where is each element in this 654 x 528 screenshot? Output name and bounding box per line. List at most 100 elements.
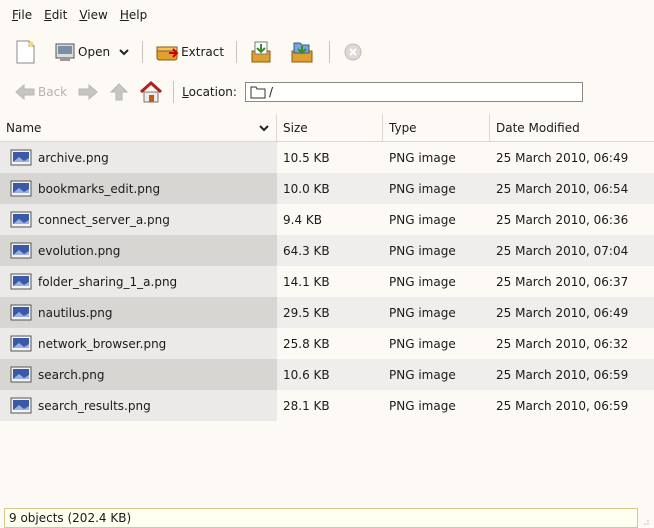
menu-view[interactable]: View xyxy=(79,8,107,22)
open-dropdown-button[interactable] xyxy=(114,37,134,67)
file-size-cell: 10.0 KB xyxy=(283,181,330,196)
open-icon xyxy=(55,43,75,61)
back-button[interactable]: Back xyxy=(14,77,67,107)
file-size-cell: 28.1 KB xyxy=(283,398,330,413)
image-file-icon xyxy=(10,211,32,227)
up-arrow-icon xyxy=(109,83,129,101)
table-row[interactable]: bookmarks_edit.png 10.0 KB PNG image 25 Ma… xyxy=(0,173,654,204)
new-archive-icon xyxy=(16,40,35,64)
home-button[interactable] xyxy=(139,77,163,107)
column-header-type[interactable]: Type xyxy=(383,113,490,142)
toolbar-separator xyxy=(173,81,175,103)
stop-icon xyxy=(344,43,362,61)
file-date-cell: 25 March 2010, 06:49 xyxy=(496,305,629,320)
file-size-cell: 64.3 KB xyxy=(283,243,330,258)
file-date-cell: 25 March 2010, 06:54 xyxy=(496,181,629,196)
menu-help[interactable]: Help xyxy=(120,8,147,22)
open-button-label: Open xyxy=(78,45,111,59)
file-size-cell: 14.1 KB xyxy=(283,274,330,289)
file-date-cell: 25 March 2010, 06:36 xyxy=(496,212,629,227)
image-file-icon xyxy=(10,149,32,165)
location-input[interactable]: / xyxy=(244,82,583,102)
chevron-down-icon xyxy=(119,49,129,56)
file-date-cell: 25 March 2010, 07:04 xyxy=(496,243,629,258)
menu-bar: File Edit View Help xyxy=(0,0,654,30)
location-bar: Back Location: / xyxy=(0,77,654,107)
add-files-button[interactable] xyxy=(245,37,279,67)
folder-icon xyxy=(250,86,266,99)
image-file-icon xyxy=(10,366,32,382)
column-header-name[interactable]: Name xyxy=(0,113,277,142)
toolbar: Open Extract xyxy=(0,33,654,71)
table-row[interactable]: folder_sharing_1_a.png 14.1 KB PNG image 2… xyxy=(0,266,654,297)
image-file-icon xyxy=(10,335,32,351)
file-type-cell: PNG image xyxy=(389,336,456,351)
file-size-cell: 25.8 KB xyxy=(283,336,330,351)
back-arrow-icon xyxy=(15,83,35,101)
file-type-cell: PNG image xyxy=(389,212,456,227)
column-size-label: Size xyxy=(283,120,308,135)
open-button[interactable]: Open xyxy=(50,37,114,67)
file-type-cell: PNG image xyxy=(389,150,456,165)
image-file-icon xyxy=(10,397,32,413)
home-icon xyxy=(140,81,163,103)
image-file-icon xyxy=(10,242,32,258)
table-row[interactable]: nautilus.png 29.5 KB PNG image 25 March 20… xyxy=(0,297,654,328)
menu-file[interactable]: File xyxy=(12,8,32,22)
file-name-cell: archive.png xyxy=(0,142,277,173)
menu-edit[interactable]: Edit xyxy=(44,8,67,22)
column-type-label: Type xyxy=(389,120,417,135)
file-type-cell: PNG image xyxy=(389,367,456,382)
status-text: 9 objects (202.4 KB) xyxy=(9,511,132,525)
file-name-cell: connect_server_a.png xyxy=(0,204,277,235)
file-type-cell: PNG image xyxy=(389,274,456,289)
forward-button[interactable] xyxy=(77,77,99,107)
toolbar-separator xyxy=(236,41,238,63)
table-row[interactable]: connect_server_a.png 9.4 KB PNG image 25 M… xyxy=(0,204,654,235)
resize-grip-icon[interactable] xyxy=(640,516,650,526)
back-button-label: Back xyxy=(38,85,68,99)
new-archive-button[interactable] xyxy=(10,37,40,67)
table-row[interactable]: search_results.png 28.1 KB PNG image 25 Ma… xyxy=(0,390,654,421)
file-type-cell: PNG image xyxy=(389,398,456,413)
file-name-cell: evolution.png xyxy=(0,235,277,266)
table-row[interactable]: network_browser.png 25.8 KB PNG image 25 M… xyxy=(0,328,654,359)
file-size-cell: 9.4 KB xyxy=(283,212,322,227)
file-size-cell: 10.5 KB xyxy=(283,150,330,165)
forward-arrow-icon xyxy=(78,83,98,101)
up-button[interactable] xyxy=(109,77,129,107)
add-folder-button[interactable] xyxy=(285,37,321,67)
file-name-cell: bookmarks_edit.png xyxy=(0,173,277,204)
table-row[interactable]: archive.png 10.5 KB PNG image 25 March 201… xyxy=(0,142,654,173)
column-header-size[interactable]: Size xyxy=(277,113,383,142)
file-date-cell: 25 March 2010, 06:37 xyxy=(496,274,629,289)
add-files-icon xyxy=(251,41,271,63)
extract-button-label: Extract xyxy=(181,45,225,59)
add-folder-icon xyxy=(291,42,313,63)
file-date-cell: 25 March 2010, 06:49 xyxy=(496,150,629,165)
file-size-cell: 10.6 KB xyxy=(283,367,330,382)
image-file-icon xyxy=(10,180,32,196)
file-date-cell: 25 March 2010, 06:32 xyxy=(496,336,629,351)
status-bar: 9 objects (202.4 KB) xyxy=(4,508,638,528)
file-date-cell: 25 March 2010, 06:59 xyxy=(496,398,629,413)
toolbar-separator xyxy=(329,41,331,63)
table-row[interactable]: evolution.png 64.3 KB PNG image 25 March 2… xyxy=(0,235,654,266)
file-list: archive.png 10.5 KB PNG image 25 March 201… xyxy=(0,142,654,421)
stop-button[interactable] xyxy=(338,37,368,67)
file-type-cell: PNG image xyxy=(389,181,456,196)
table-row[interactable]: search.png 10.6 KB PNG image 25 March 2010… xyxy=(0,359,654,390)
file-list-header: Name Size Type Date Modified xyxy=(0,113,654,142)
file-name-cell: nautilus.png xyxy=(0,297,277,328)
file-name-cell: network_browser.png xyxy=(0,328,277,359)
file-date-cell: 25 March 2010, 06:59 xyxy=(496,367,629,382)
image-file-icon xyxy=(10,273,32,289)
location-label: Location: xyxy=(182,85,237,99)
file-type-cell: PNG image xyxy=(389,243,456,258)
column-name-label: Name xyxy=(6,120,42,135)
file-size-cell: 29.5 KB xyxy=(283,305,330,320)
column-header-date[interactable]: Date Modified xyxy=(490,114,654,142)
image-file-icon xyxy=(10,304,32,320)
extract-button[interactable]: Extract xyxy=(151,37,228,67)
file-name-cell: search_results.png xyxy=(0,390,277,421)
